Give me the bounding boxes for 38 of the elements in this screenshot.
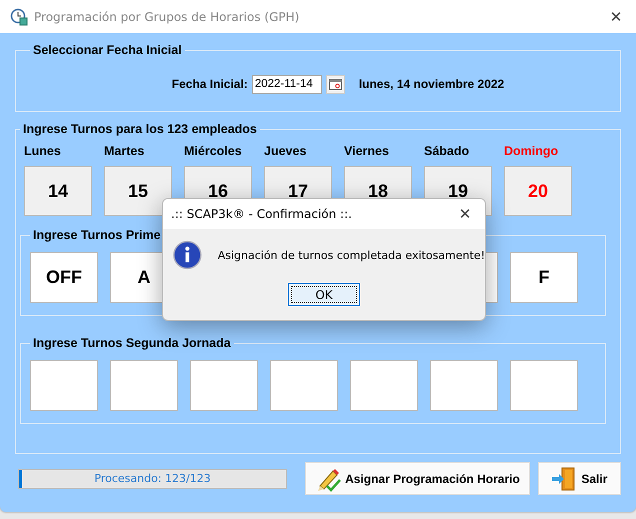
shift-field[interactable]	[30, 360, 98, 411]
window-title: Programación por Grupos de Horarios (GPH)	[34, 10, 300, 24]
calendar-icon	[328, 78, 342, 90]
assign-button[interactable]: Asignar Programación Horario	[305, 462, 530, 495]
door-exit-icon	[551, 466, 578, 492]
shift-field[interactable]	[350, 360, 418, 411]
day-name: Sábado	[424, 144, 470, 160]
shift-field[interactable]: F	[510, 252, 578, 303]
exit-button[interactable]: Salir	[538, 462, 621, 495]
shift-field[interactable]	[270, 360, 338, 411]
group-title: Seleccionar Fecha Inicial	[32, 43, 183, 57]
group-title: Ingrese Turnos para los 123 empleados	[22, 122, 258, 136]
dialog-message: Asignación de turnos completada exitosamente!	[218, 248, 485, 262]
day-name: Viernes	[344, 144, 390, 160]
progress-text: Procesando: 123/123	[94, 472, 211, 485]
day-name: Lunes	[24, 144, 62, 160]
calendar-button[interactable]	[326, 74, 345, 94]
day-name: Martes	[104, 144, 146, 160]
day-name: Domingo	[504, 144, 560, 160]
close-button[interactable]: ✕	[596, 8, 636, 26]
shift-field[interactable]	[190, 360, 258, 411]
field-label: Fecha Inicial:	[172, 77, 248, 91]
date-field[interactable]: 14	[24, 166, 92, 216]
ok-button[interactable]: OK	[288, 283, 360, 306]
day-name: Miércoles	[184, 144, 243, 160]
shift-field[interactable]	[110, 360, 178, 411]
date-field[interactable]: 20	[504, 166, 572, 216]
date-field[interactable]: 2022-11-14	[252, 74, 322, 94]
day-name: Jueves	[264, 144, 308, 160]
long-date: lunes, 14 noviembre 2022	[358, 77, 504, 91]
date-field[interactable]: 15	[104, 166, 172, 216]
shift-field[interactable]: OFF	[30, 252, 98, 303]
shift-field[interactable]	[430, 360, 498, 411]
info-icon	[173, 239, 202, 271]
clock-calendar-icon	[10, 8, 28, 26]
group-title: Ingrese Turnos Prime	[32, 228, 162, 242]
shift-field[interactable]	[510, 360, 578, 411]
group-title: Ingrese Turnos Segunda Jornada	[32, 336, 232, 350]
